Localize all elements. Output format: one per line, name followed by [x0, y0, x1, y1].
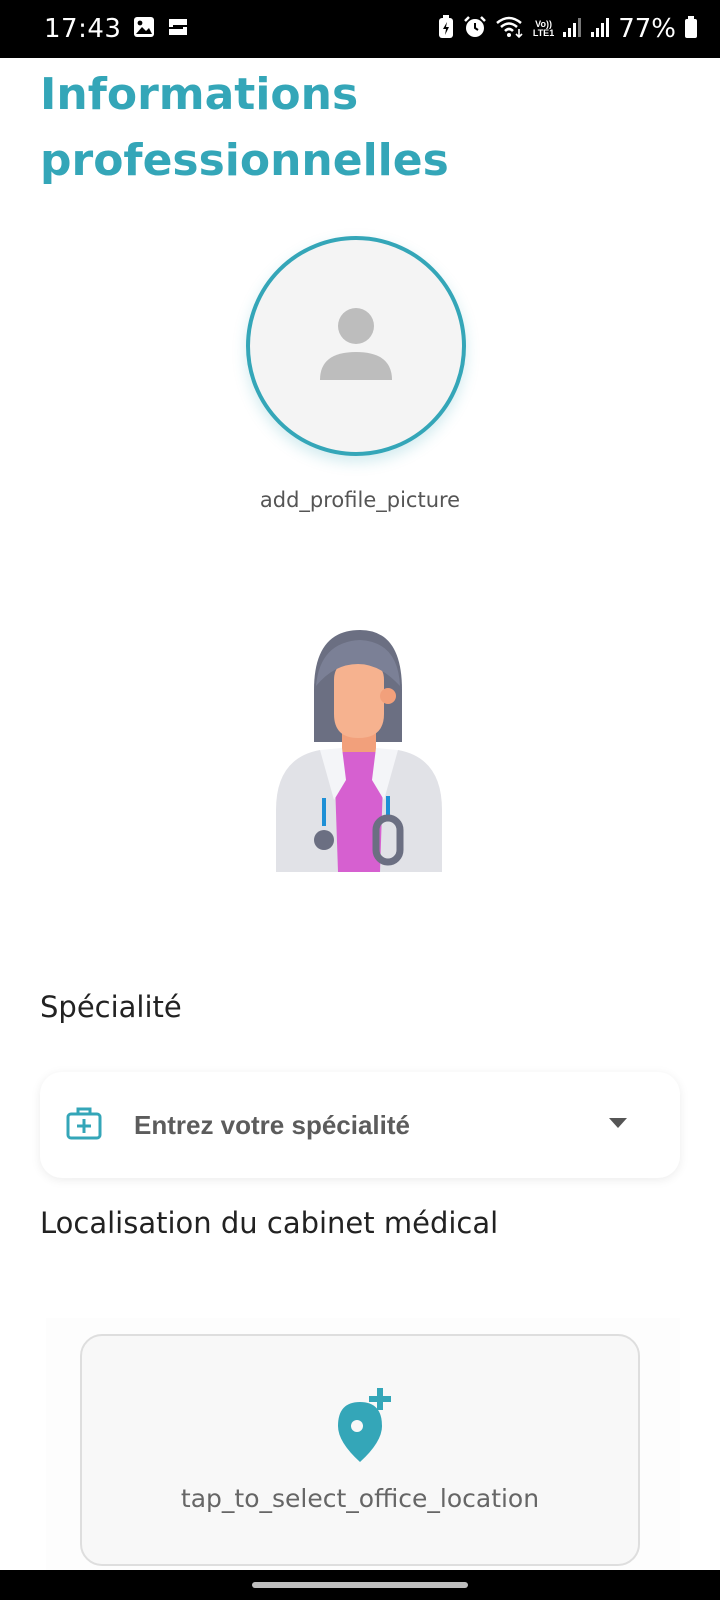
status-right-group: Vo)) LTE1 77% [437, 14, 698, 44]
battery-saver-icon [437, 14, 455, 44]
volte-bottom: LTE1 [532, 28, 555, 38]
specialty-placeholder: Entrez votre spécialité [134, 1109, 410, 1140]
battery-icon [684, 15, 698, 44]
status-bar: 17:43 Vo)) LTE1 77% [0, 0, 720, 58]
signal-icon-1 [562, 16, 582, 43]
navigation-bar [0, 1570, 720, 1600]
medical-kit-icon [66, 1106, 102, 1145]
signal-icon-2 [590, 16, 610, 43]
add-profile-picture-label: add_profile_picture [259, 488, 461, 512]
office-location-picker[interactable]: tap_to_select_office_location [80, 1334, 640, 1566]
profile-picture-button[interactable] [246, 236, 466, 456]
alarm-icon [463, 15, 487, 44]
gallery-notification-icon [133, 16, 155, 43]
volte-indicator: Vo)) LTE1 [533, 20, 554, 38]
specialty-dropdown[interactable]: Entrez votre spécialité [40, 1072, 680, 1178]
doctor-illustration [276, 630, 442, 877]
person-icon [316, 304, 396, 389]
home-indicator[interactable] [252, 1582, 468, 1588]
page-title: Informations professionnelles [40, 69, 449, 186]
select-office-location-label: tap_to_select_office_location [180, 1484, 540, 1513]
add-location-icon [332, 1388, 396, 1469]
status-time: 17:43 [44, 14, 122, 44]
specialty-label: Spécialité [40, 990, 182, 1024]
chevron-down-icon [608, 1116, 628, 1134]
wifi-icon [495, 15, 525, 44]
battery-percentage: 77% [618, 14, 676, 44]
location-label: Localisation du cabinet médical [40, 1206, 499, 1240]
app-notification-icon [167, 16, 189, 43]
